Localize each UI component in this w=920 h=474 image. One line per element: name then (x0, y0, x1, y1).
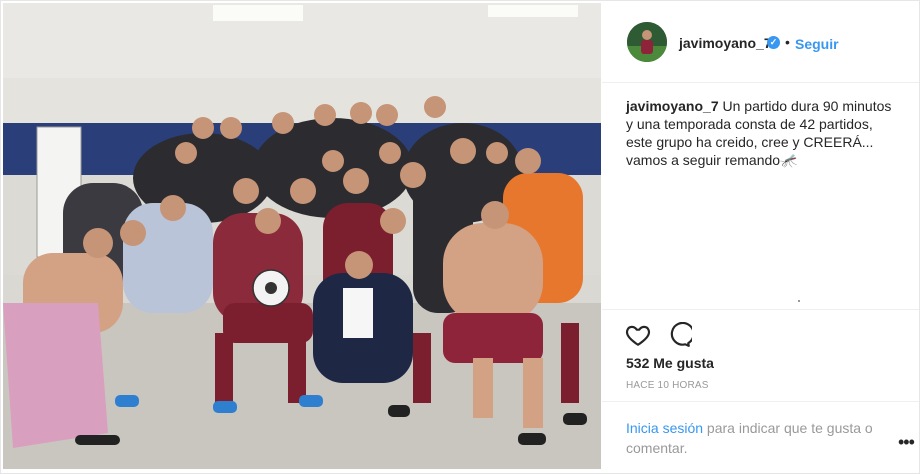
post-footer: Inicia sesión para indicar que te gusta … (602, 401, 919, 473)
more-options-icon[interactable]: ••• (898, 432, 915, 453)
follow-button[interactable]: Seguir (795, 36, 839, 52)
post-timestamp: HACE 10 HORAS (626, 380, 709, 391)
login-prompt: Inicia sesión para indicar que te gusta … (626, 418, 876, 458)
verified-badge-icon: ✓ (767, 36, 780, 49)
scroll-indicator (798, 300, 800, 302)
header-username[interactable]: javimoyano_7 (679, 35, 772, 51)
post-side-panel: javimoyano_7 ✓ • Seguir javimoyano_7 Un … (602, 1, 919, 473)
heart-outline-icon[interactable] (625, 322, 651, 348)
caption-username[interactable]: javimoyano_7 (626, 98, 719, 114)
login-link[interactable]: Inicia sesión (626, 420, 703, 436)
avatar[interactable] (627, 22, 667, 62)
post-caption: javimoyano_7 Un partido dura 90 minutos … (626, 97, 898, 169)
post-photo[interactable] (3, 3, 601, 469)
header-separator: • (785, 34, 790, 50)
instagram-post: javimoyano_7 ✓ • Seguir javimoyano_7 Un … (0, 0, 920, 474)
team-celebration-image (3, 3, 601, 469)
comment-bubble-icon[interactable] (666, 321, 695, 348)
post-header: javimoyano_7 ✓ • Seguir (602, 1, 919, 83)
avatar-image (627, 22, 667, 62)
post-actions (602, 309, 919, 347)
likes-count[interactable]: 532 Me gusta (626, 355, 714, 371)
